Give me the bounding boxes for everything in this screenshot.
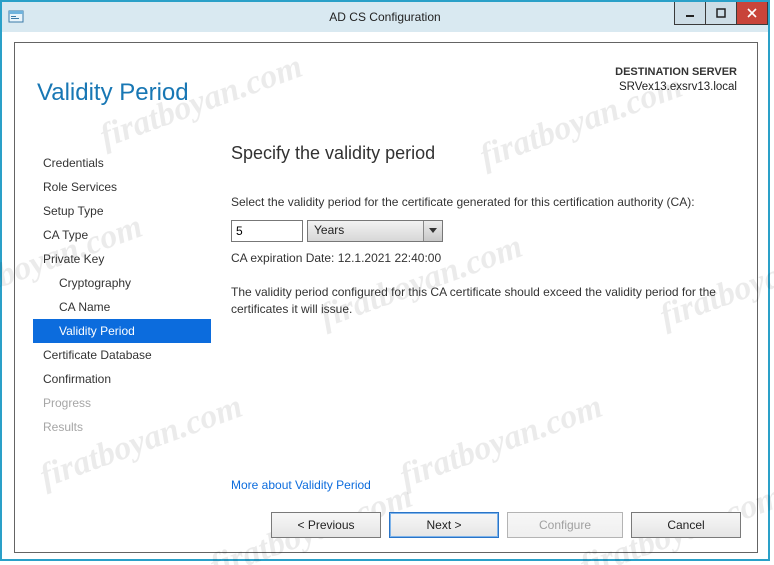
page-heading: Validity Period	[37, 79, 189, 107]
sidebar-item-setup-type[interactable]: Setup Type	[33, 199, 211, 223]
validity-unit-select[interactable]: Years	[307, 220, 443, 242]
sidebar-item-progress: Progress	[33, 391, 211, 415]
destination-server-block: DESTINATION SERVER SRVex13.exsrv13.local	[615, 65, 737, 95]
cancel-button[interactable]: Cancel	[631, 512, 741, 538]
sidebar-item-confirmation[interactable]: Confirmation	[33, 367, 211, 391]
close-button[interactable]	[736, 2, 768, 25]
validity-note-text: The validity period configured for this …	[231, 284, 737, 316]
window-frame: AD CS Configuration firatboyan.com firat…	[0, 0, 770, 561]
sidebar-item-credentials[interactable]: Credentials	[33, 151, 211, 175]
sidebar-item-ca-name[interactable]: CA Name	[33, 295, 211, 319]
validity-unit-value: Years	[308, 221, 423, 241]
sidebar-item-results: Results	[33, 415, 211, 439]
chevron-down-icon	[423, 221, 442, 241]
sidebar-item-ca-type[interactable]: CA Type	[33, 223, 211, 247]
minimize-button[interactable]	[674, 2, 706, 25]
sidebar-item-role-services[interactable]: Role Services	[33, 175, 211, 199]
wizard-panel: firatboyan.com firatboyan.com firatboyan…	[14, 42, 758, 553]
configure-button: Configure	[507, 512, 623, 538]
sidebar-item-certificate-database[interactable]: Certificate Database	[33, 343, 211, 367]
titlebar: AD CS Configuration	[2, 2, 768, 32]
destination-server-label: DESTINATION SERVER	[615, 65, 737, 80]
content-instruction: Select the validity period for the certi…	[231, 194, 737, 210]
next-button[interactable]: Next >	[389, 512, 499, 538]
sidebar-item-cryptography[interactable]: Cryptography	[33, 271, 211, 295]
content-area: Specify the validity period Select the v…	[231, 143, 737, 496]
destination-server-value: SRVex13.exsrv13.local	[615, 80, 737, 96]
wizard-button-row: < Previous Next > Configure Cancel	[271, 512, 741, 538]
sidebar-item-private-key[interactable]: Private Key	[33, 247, 211, 271]
window-title: AD CS Configuration	[2, 10, 768, 24]
validity-field-row: Years	[231, 220, 737, 242]
maximize-button[interactable]	[705, 2, 737, 25]
wizard-sidebar: CredentialsRole ServicesSetup TypeCA Typ…	[33, 151, 211, 439]
previous-button[interactable]: < Previous	[271, 512, 381, 538]
sidebar-item-validity-period[interactable]: Validity Period	[33, 319, 211, 343]
app-icon	[8, 9, 24, 25]
more-about-link[interactable]: More about Validity Period	[231, 478, 371, 492]
validity-value-input[interactable]	[231, 220, 303, 242]
expiration-date-text: CA expiration Date: 12.1.2021 22:40:00	[231, 250, 737, 266]
content-heading: Specify the validity period	[231, 143, 737, 164]
